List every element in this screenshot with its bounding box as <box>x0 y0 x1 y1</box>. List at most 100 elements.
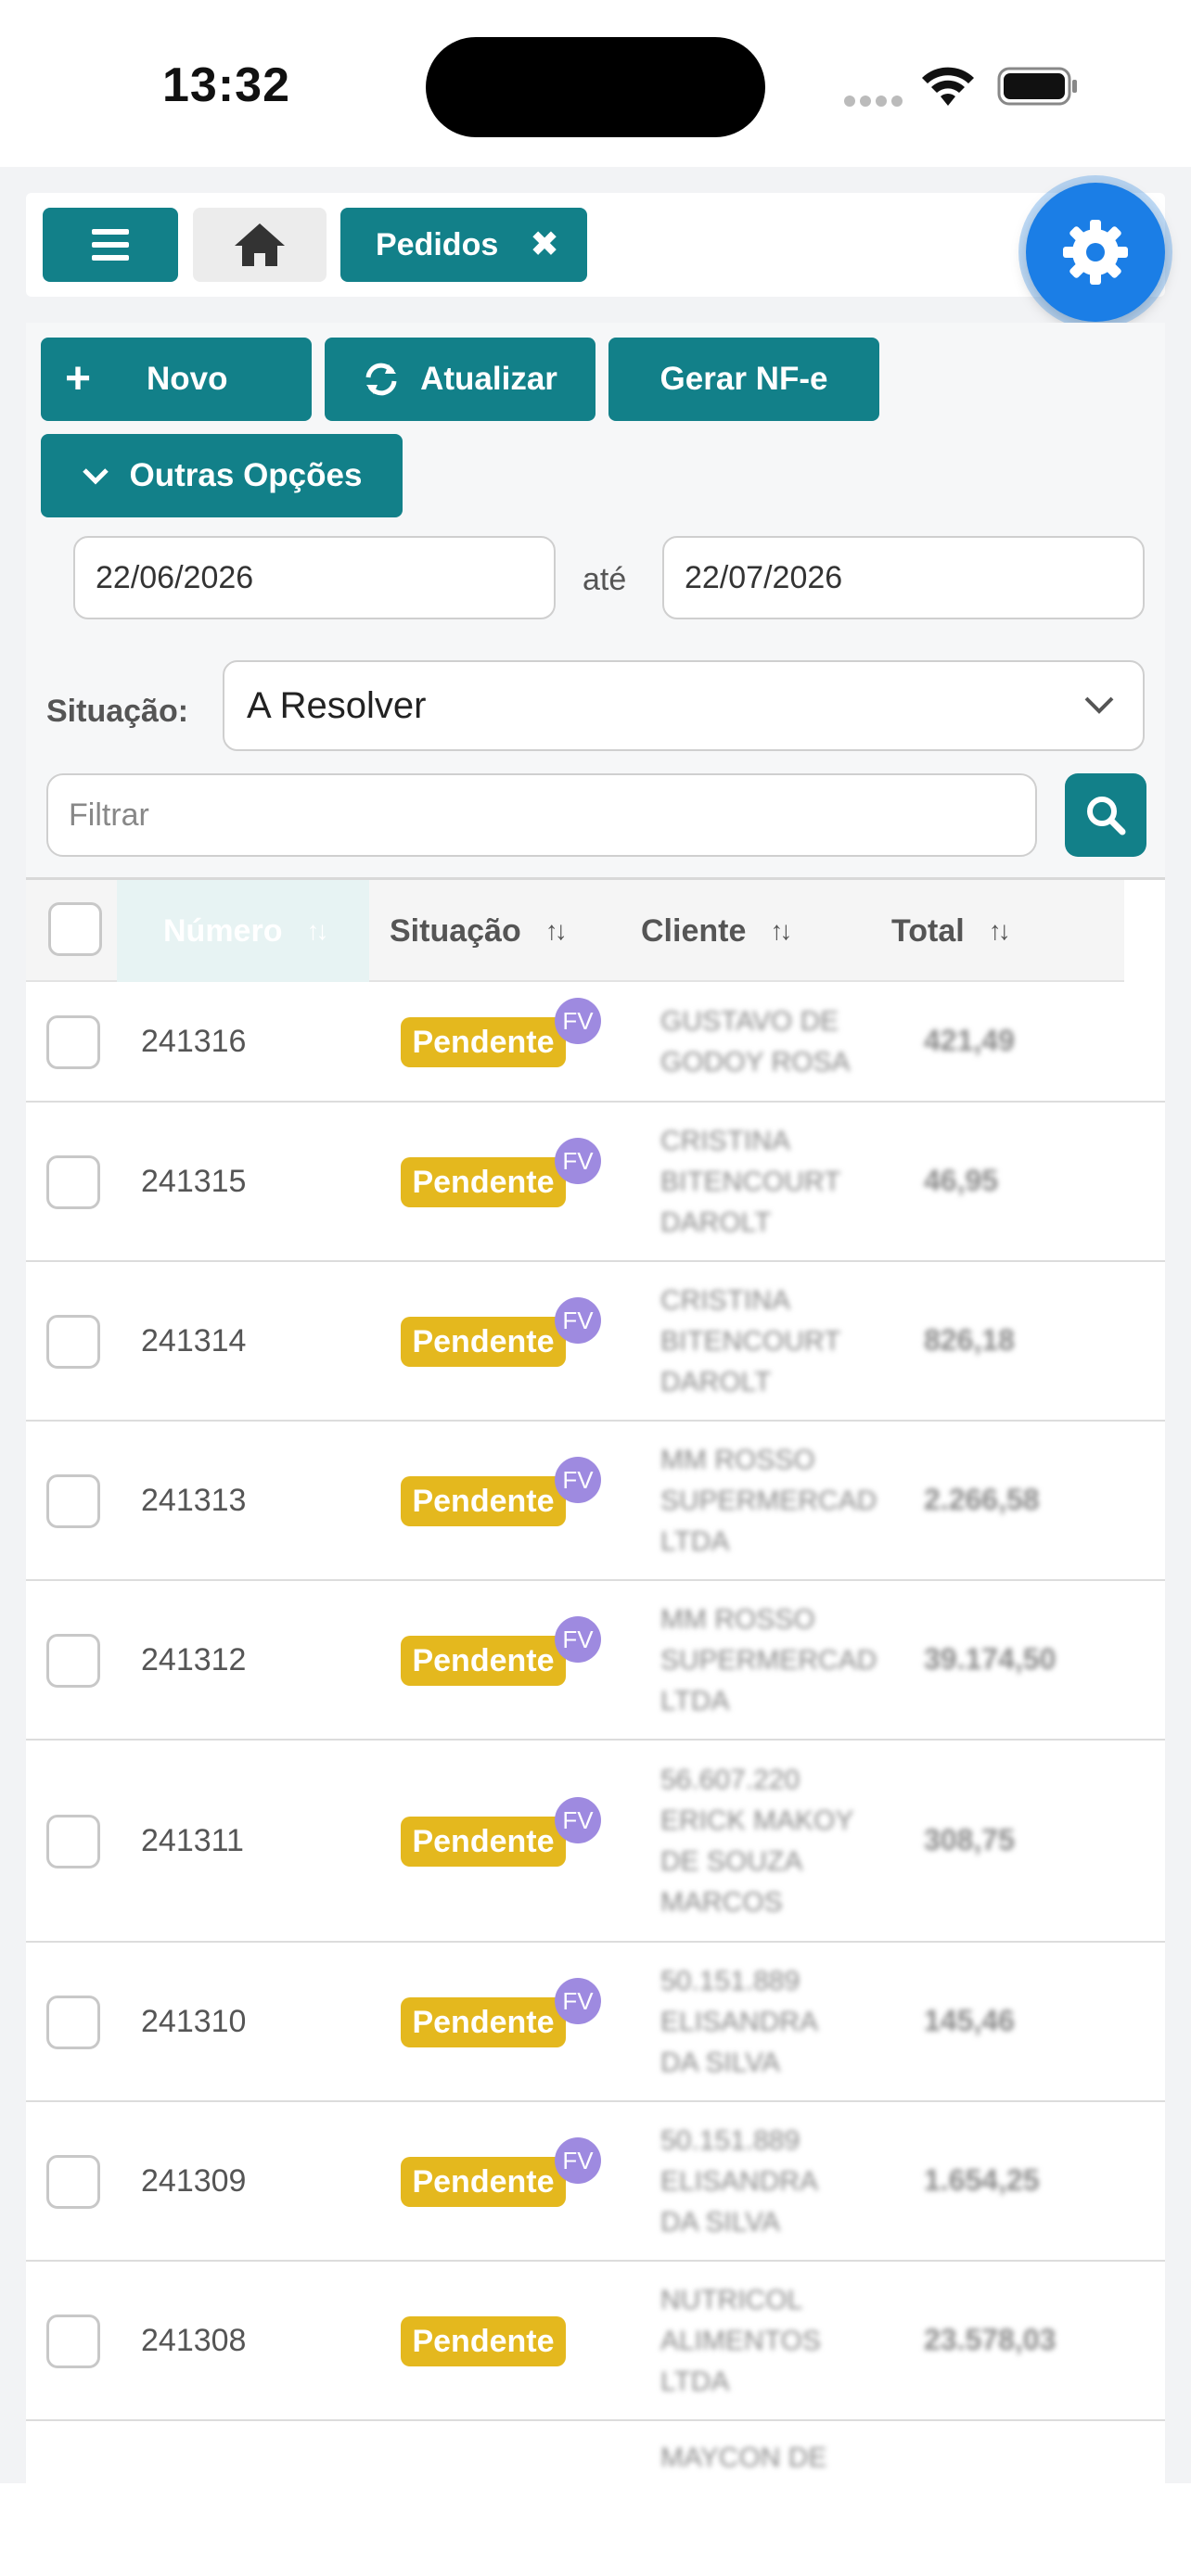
status-time: 13:32 <box>162 58 290 112</box>
order-number: 241311 <box>141 1823 244 1858</box>
order-number: 241316 <box>141 1024 247 1059</box>
refresh-button[interactable]: Atualizar <box>325 338 596 421</box>
client-name-line: DA SILVA <box>660 2047 780 2078</box>
status-bar: 13:32 <box>0 0 1191 167</box>
status-badge: Pendente <box>401 1017 566 1067</box>
client-name-line: MM ROSSO <box>660 1445 815 1475</box>
order-number: 241313 <box>141 1483 247 1518</box>
situacao-value: A Resolver <box>247 684 427 726</box>
row-checkbox[interactable] <box>46 2155 100 2209</box>
order-total: 23.578,03 <box>924 2323 1057 2356</box>
select-all-checkbox[interactable] <box>48 902 102 956</box>
row-checkbox[interactable] <box>46 1015 100 1069</box>
bottom-safe-area <box>0 2483 1191 2576</box>
generate-nfe-button[interactable]: Gerar NF-e <box>608 338 879 421</box>
battery-icon <box>997 67 1077 106</box>
order-number: 241310 <box>141 2004 247 2039</box>
row-checkbox[interactable] <box>46 1634 100 1688</box>
client-name-line: GUSTAVO DE <box>660 1006 839 1037</box>
table-row[interactable]: 241315 Pendente FV CRISTINA BITENCOURT DAROLT… <box>26 1103 1165 1262</box>
order-total: 46,95 <box>924 1164 999 1197</box>
client-name-line: GODOY ROSA <box>660 1047 851 1078</box>
more-options-button[interactable]: Outras Opções <box>41 434 403 517</box>
row-checkbox[interactable] <box>46 1155 100 1209</box>
client-name-line: MAYCON DE <box>660 2442 827 2473</box>
table-row[interactable]: 241314 Pendente FV CRISTINA BITENCOURT DAROLT… <box>26 1262 1165 1422</box>
sort-icon: ↑↓ <box>988 916 1011 945</box>
status-badge: Pendente <box>401 1476 566 1526</box>
fv-badge: FV <box>555 1457 601 1503</box>
filter-input[interactable] <box>46 773 1037 857</box>
status-badge: Pendente <box>401 1997 566 2047</box>
client-name: CRISTINA BITENCOURT DAROLT <box>660 1121 911 1243</box>
fv-badge: FV <box>555 2137 601 2184</box>
table-row[interactable]: 241311 Pendente FV 56.607.220 ERICK MAKOY DE … <box>26 1741 1165 1943</box>
wifi-icon <box>922 67 974 106</box>
client-name-line: DE SOUZA <box>660 1846 803 1877</box>
column-header-numero[interactable]: Número ↑↓ <box>117 880 369 982</box>
hamburger-icon <box>92 229 129 261</box>
date-from-input[interactable]: 22/06/2026 <box>73 536 556 619</box>
client-name-line: 50.151.889 <box>660 1966 800 1996</box>
settings-button[interactable] <box>1026 183 1165 322</box>
client-name-line: ERICK MAKOY <box>660 1805 854 1836</box>
situacao-select[interactable]: A Resolver <box>223 660 1145 751</box>
table-row[interactable]: 241313 Pendente FV MM ROSSO SUPERMERCAD LTDA 2… <box>26 1422 1165 1581</box>
client-name-line: ELISANDRA <box>660 2007 819 2037</box>
client-name-line: CRISTINA <box>660 1285 791 1316</box>
close-icon[interactable]: ✖ <box>530 227 559 262</box>
client-name-line: SUPERMERCAD <box>660 1486 877 1516</box>
home-icon <box>235 223 285 266</box>
app-content: Pedidos ✖ + Novo Atualizar Gerar NF-e Ou… <box>0 167 1191 2483</box>
refresh-label: Atualizar <box>420 361 557 397</box>
situacao-label: Situação: <box>46 694 189 729</box>
fv-badge: FV <box>555 1297 601 1344</box>
new-label: Novo <box>147 361 228 397</box>
table-row[interactable]: MAYCON DE <box>26 2421 1165 2483</box>
fv-badge: FV <box>555 1978 601 2024</box>
row-checkbox[interactable] <box>46 1315 100 1369</box>
table-row[interactable]: 241308 Pendente NUTRICOL ALIMENTOS LTDA 23.57… <box>26 2262 1165 2421</box>
table-row[interactable]: 241312 Pendente FV MM ROSSO SUPERMERCAD LTDA 3… <box>26 1581 1165 1741</box>
row-checkbox[interactable] <box>46 2315 100 2368</box>
status-badge: Pendente <box>401 1636 566 1686</box>
table-row[interactable]: 241309 Pendente FV 50.151.889 ELISANDRA DA SI… <box>26 2102 1165 2262</box>
column-header-cliente[interactable]: Cliente ↑↓ <box>641 880 792 982</box>
row-checkbox[interactable] <box>46 1996 100 2049</box>
search-icon <box>1087 797 1126 835</box>
table-row[interactable]: 241316 Pendente FV GUSTAVO DE GODOY ROSA 421,… <box>26 982 1165 1103</box>
client-name: MAYCON DE <box>660 2438 911 2479</box>
sort-icon: ↑↓ <box>306 916 328 945</box>
client-name: 56.607.220 ERICK MAKOY DE SOUZA MARCOS <box>660 1760 911 1923</box>
table-row[interactable]: 241310 Pendente FV 50.151.889 ELISANDRA DA SI… <box>26 1943 1165 2102</box>
client-name-line: LTDA <box>660 1526 730 1557</box>
home-button[interactable] <box>193 208 327 282</box>
row-checkbox[interactable] <box>46 1815 100 1868</box>
status-badge: Pendente <box>401 1317 566 1367</box>
order-number: 241312 <box>141 1642 247 1677</box>
column-header-situacao[interactable]: Situação ↑↓ <box>390 880 568 982</box>
more-options-label: Outras Opções <box>129 457 363 493</box>
client-name: 50.151.889 ELISANDRA DA SILVA <box>660 2121 911 2243</box>
client-name: NUTRICOL ALIMENTOS LTDA <box>660 2280 911 2403</box>
tab-label: Pedidos <box>376 226 499 262</box>
row-checkbox[interactable] <box>46 1474 100 1528</box>
new-order-button[interactable]: + Novo <box>41 338 312 421</box>
sort-icon: ↑↓ <box>770 916 792 945</box>
client-name-line: 50.151.889 <box>660 2125 800 2156</box>
fv-badge: FV <box>555 1616 601 1663</box>
date-to-input[interactable]: 22/07/2026 <box>662 536 1145 619</box>
client-name-line: BITENCOURT <box>660 1326 841 1357</box>
column-header-total[interactable]: Total ↑↓ <box>891 880 1011 982</box>
chevron-down-icon <box>1084 696 1114 714</box>
client-name-line: LTDA <box>660 1686 730 1716</box>
menu-button[interactable] <box>43 208 178 282</box>
tab-pedidos[interactable]: Pedidos ✖ <box>340 208 587 282</box>
client-name-line: NUTRICOL <box>660 2285 803 2315</box>
generate-nfe-label: Gerar NF-e <box>660 361 828 397</box>
search-button[interactable] <box>1065 773 1146 857</box>
order-number: 241315 <box>141 1164 247 1199</box>
client-name: GUSTAVO DE GODOY ROSA <box>660 1001 911 1083</box>
client-name-line: MARCOS <box>660 1887 783 1918</box>
fv-badge: FV <box>555 1797 601 1843</box>
